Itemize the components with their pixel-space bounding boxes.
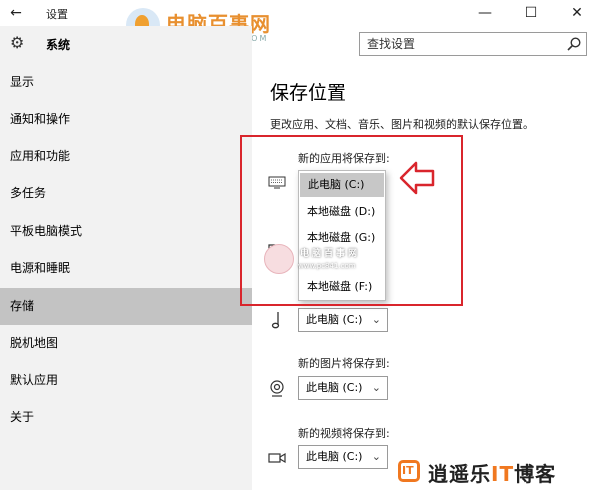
back-arrow-icon[interactable]: ← xyxy=(6,3,26,23)
sidebar-item-notifications[interactable]: 通知和操作 xyxy=(0,101,252,138)
pictures-save-label: 新的图片将保存到: xyxy=(298,357,390,370)
camera-icon xyxy=(270,380,284,397)
sidebar-item-multitasking[interactable]: 多任务 xyxy=(0,175,252,212)
pictures-location-dropdown[interactable]: 此电脑 (C:) ⌄ xyxy=(298,376,388,400)
sidebar-item-display[interactable]: 显示 xyxy=(0,64,252,101)
video-camera-icon xyxy=(268,452,286,464)
page-description: 更改应用、文档、音乐、图片和视频的默认保存位置。 xyxy=(270,118,534,131)
sidebar-item-apps[interactable]: 应用和功能 xyxy=(0,138,252,175)
sidebar-item-power[interactable]: 电源和睡眠 xyxy=(0,250,252,287)
videos-location-value: 此电脑 (C:) xyxy=(306,450,363,463)
gear-icon: ⚙ xyxy=(10,33,25,52)
page-title: 保存位置 xyxy=(270,82,347,104)
brand-name-part-a: 逍遥乐 xyxy=(428,462,491,486)
chevron-down-icon: ⌄ xyxy=(371,381,381,394)
brand-name: 逍遥乐IT博客 xyxy=(428,458,556,487)
brand-name-part-b: 博客 xyxy=(514,462,557,486)
brand-icon xyxy=(398,460,420,482)
music-location-dropdown[interactable]: 此电脑 (C:) ⌄ xyxy=(298,308,388,332)
sidebar-item-offline-maps[interactable]: 脱机地图 xyxy=(0,325,252,362)
maximize-icon[interactable]: ☐ xyxy=(508,0,554,26)
brand-name-highlight: IT xyxy=(491,462,515,486)
sidebar-item-about[interactable]: 关于 xyxy=(0,399,252,436)
chevron-down-icon: ⌄ xyxy=(371,313,381,326)
music-location-value: 此电脑 (C:) xyxy=(306,313,363,326)
brand-logo: 逍遥乐IT博客 xyxy=(398,456,594,487)
window-title: 设置 xyxy=(46,8,68,21)
left-arrow-icon xyxy=(399,161,435,195)
sidebar-item-storage[interactable]: 存储 xyxy=(0,288,252,325)
sidebar-item-tablet-mode[interactable]: 平板电脑模式 xyxy=(0,213,252,250)
close-icon[interactable]: ✕ xyxy=(554,0,600,26)
sidebar-item-default-apps[interactable]: 默认应用 xyxy=(0,362,252,399)
sidebar-header: 系统 xyxy=(46,38,71,52)
minimize-icon[interactable]: — xyxy=(462,0,508,26)
pictures-location-value: 此电脑 (C:) xyxy=(306,381,363,394)
title-bar: ← 设置 — ☐ ✕ xyxy=(0,0,600,26)
videos-save-label: 新的视频将保存到: xyxy=(298,427,390,440)
videos-location-dropdown[interactable]: 此电脑 (C:) ⌄ xyxy=(298,445,388,469)
chevron-down-icon: ⌄ xyxy=(371,450,381,463)
music-note-icon xyxy=(271,312,280,329)
